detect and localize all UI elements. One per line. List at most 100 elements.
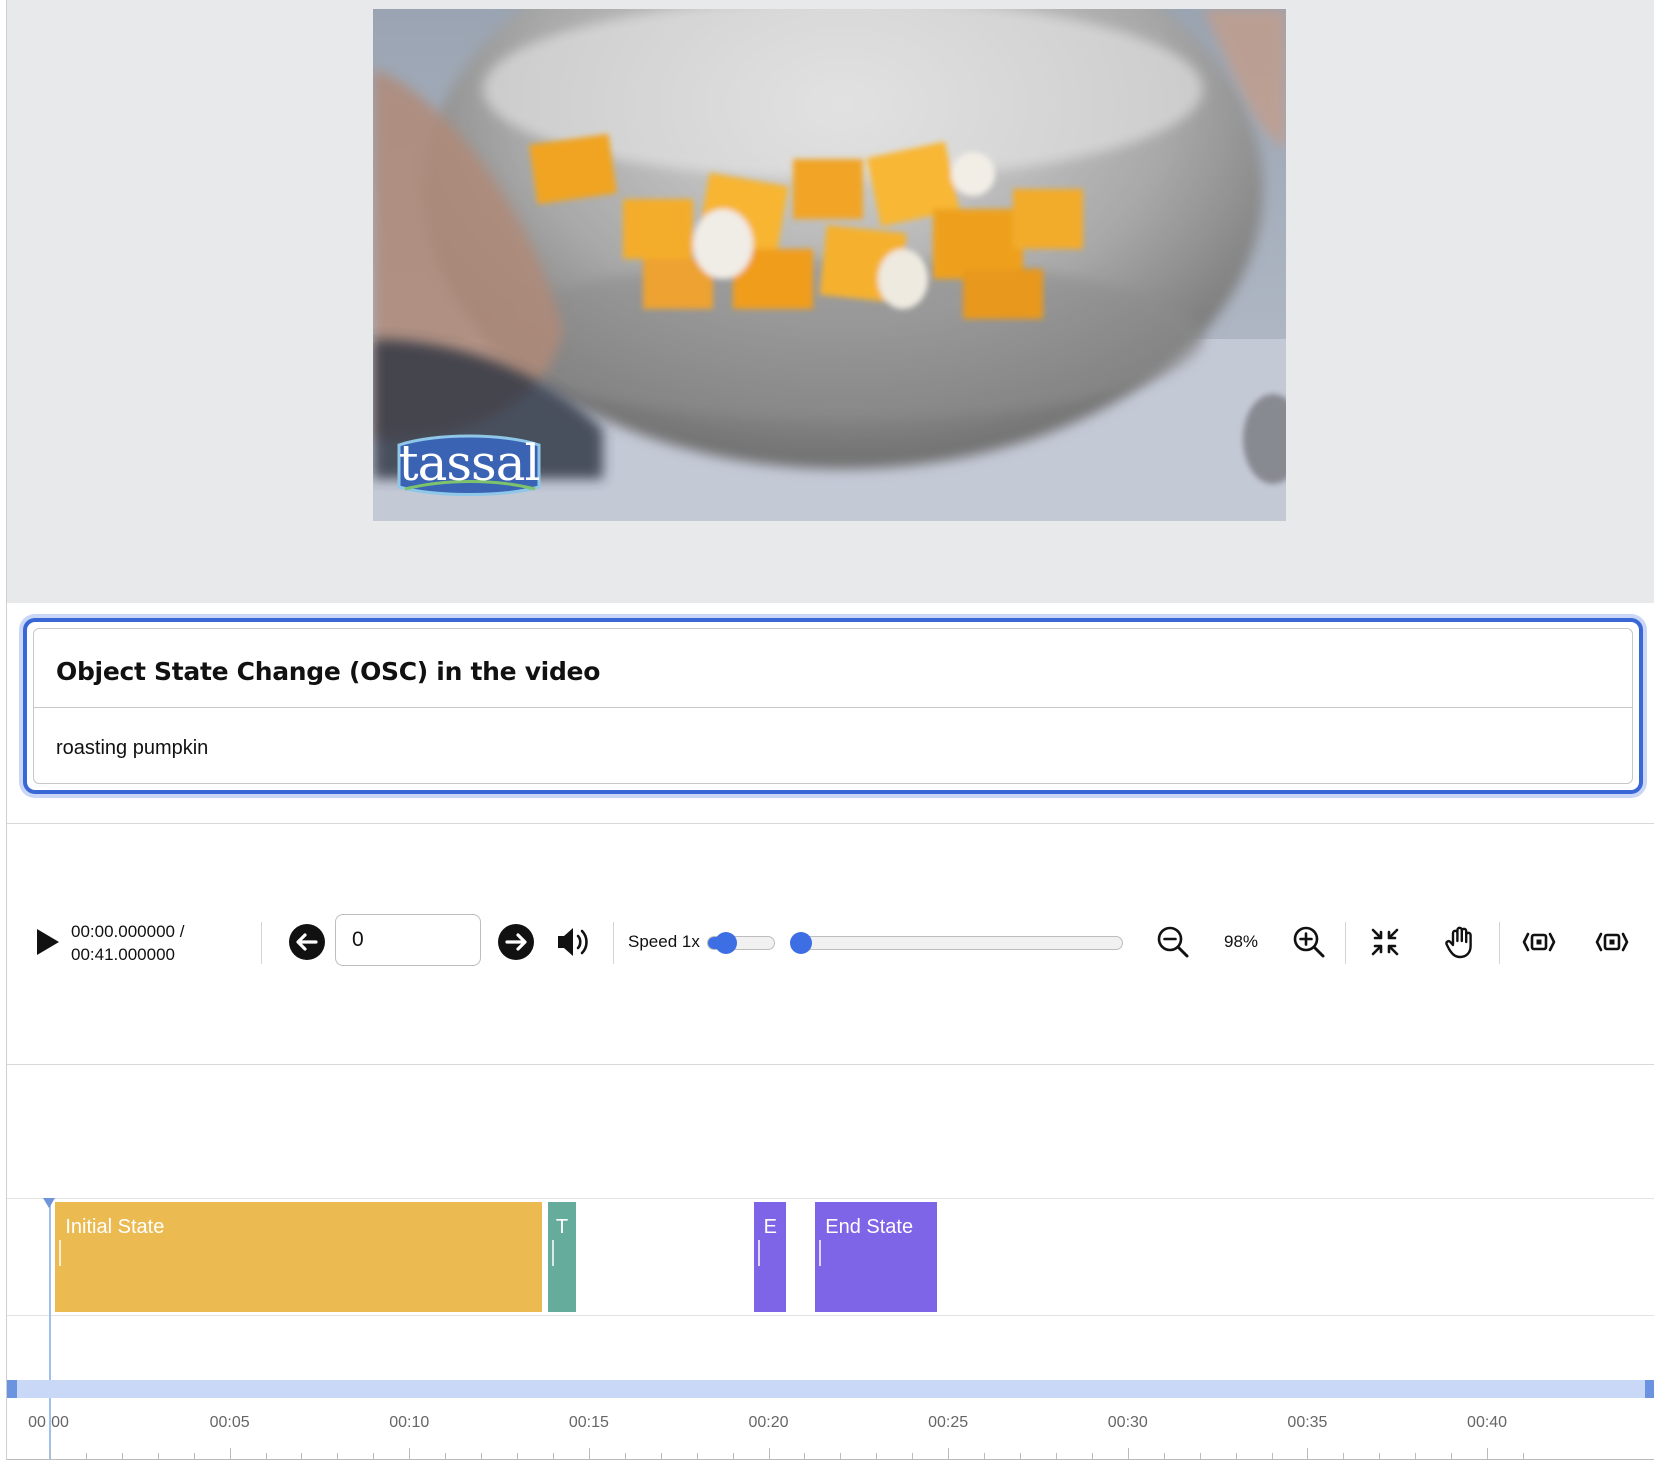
arrow-right-icon <box>505 933 527 951</box>
ruler-tick <box>409 1448 411 1460</box>
prev-segment-button[interactable] <box>1519 922 1559 962</box>
ruler-tick-label: 00:05 <box>209 1414 250 1431</box>
ruler-tick-label: 00:15 <box>568 1414 609 1431</box>
ruler-tick <box>804 1453 806 1460</box>
collapse-icon <box>1371 928 1399 956</box>
ruler-tick-label: 00:35 <box>1287 1414 1328 1431</box>
next-frame-button[interactable] <box>498 924 534 960</box>
playhead-handle[interactable] <box>43 1198 55 1208</box>
ruler-tick <box>1271 1453 1273 1460</box>
logo-text: tassal <box>398 434 540 492</box>
ruler-tick <box>1379 1453 1381 1460</box>
toolbar-separator <box>261 922 262 964</box>
player-controls: 00:00.000000 / 00:41.000000 Speed 1x <box>7 900 1654 982</box>
next-segment-button[interactable] <box>1592 922 1632 962</box>
segment-label: E <box>763 1216 777 1238</box>
osc-title: Object State Change (OSC) in the video <box>56 657 601 686</box>
ruler-tick-label: 00:30 <box>1107 1414 1148 1431</box>
ruler-tick <box>1199 1453 1201 1460</box>
ruler-tick <box>85 1453 87 1460</box>
ruler-tick <box>265 1453 267 1460</box>
ruler-tick <box>1127 1448 1129 1460</box>
ruler-tick <box>373 1453 375 1460</box>
ruler-tick-label: 00:40 <box>1467 1414 1508 1431</box>
time-total: 00:41.000000 <box>71 945 175 964</box>
annotation-track[interactable]: Initial State T E End State <box>7 1198 1654 1316</box>
ruler-tick-label: 00:25 <box>928 1414 969 1431</box>
ruler-tick <box>1487 1448 1489 1460</box>
segment-resize-handle[interactable] <box>819 1240 822 1266</box>
ruler-tick <box>552 1453 554 1460</box>
ruler-tick <box>660 1453 662 1460</box>
segment-next-icon <box>1595 932 1629 952</box>
ruler-tick <box>121 1453 123 1460</box>
segment-label: Initial State <box>65 1216 165 1238</box>
prev-frame-button[interactable] <box>289 924 325 960</box>
ruler-tick <box>157 1453 159 1460</box>
time-current: 00:00.000000 / <box>71 922 185 941</box>
volume-button[interactable] <box>553 922 593 962</box>
ruler-tick <box>1451 1453 1453 1460</box>
ruler-tick <box>193 1453 195 1460</box>
segment-label: End State <box>825 1216 914 1238</box>
ruler-tick <box>1307 1448 1309 1460</box>
seek-slider-thumb[interactable] <box>790 932 812 954</box>
speed-slider-thumb[interactable] <box>715 932 738 954</box>
scrollbar-left-grip[interactable] <box>7 1380 17 1398</box>
osc-info-card: Object State Change (OSC) in the video r… <box>23 618 1643 794</box>
timeline-segment[interactable]: E <box>754 1202 787 1312</box>
ruler-tick-label: 00:10 <box>389 1414 430 1431</box>
ruler-tick <box>229 1448 231 1460</box>
segment-resize-handle[interactable] <box>551 1240 554 1266</box>
timeline-segment[interactable]: T <box>547 1202 577 1312</box>
pan-button[interactable] <box>1441 922 1481 962</box>
toolbar-separator <box>613 922 614 964</box>
time-ruler: 00 00 00:05 00:10 00:15 00:20 00:25 00:30 00:35… <box>7 1400 1654 1460</box>
seek-slider[interactable] <box>790 932 1123 954</box>
ruler-tick <box>768 1448 770 1460</box>
video-player[interactable]: tassal <box>373 9 1286 521</box>
scrollbar-right-grip[interactable] <box>1645 1380 1654 1398</box>
toolbar-separator <box>1499 922 1500 964</box>
speed-slider[interactable] <box>707 932 775 954</box>
timeline-segment[interactable]: End State <box>815 1202 938 1312</box>
ruler-tick <box>1523 1453 1524 1460</box>
zoom-in-button[interactable] <box>1289 922 1329 962</box>
ruler-tick <box>1163 1453 1165 1460</box>
ruler-tick <box>50 1448 51 1460</box>
tassal-logo: tassal <box>395 427 543 499</box>
segment-prev-icon <box>1522 932 1556 952</box>
timeline: Initial State T E End State 00 00 00:05 00:10… <box>7 1198 1654 1460</box>
speed-label: Speed 1x <box>628 932 700 951</box>
section-divider <box>7 1064 1654 1065</box>
frame-input[interactable] <box>335 914 481 966</box>
time-display: 00:00.000000 / 00:41.000000 <box>71 920 184 966</box>
arrow-left-icon <box>296 933 318 951</box>
ruler-tick <box>984 1453 986 1460</box>
ruler-tick <box>1235 1453 1237 1460</box>
fit-timeline-button[interactable] <box>1365 922 1405 962</box>
ruler-tick <box>445 1453 447 1460</box>
osc-value: roasting pumpkin <box>56 737 209 759</box>
ruler-tick <box>876 1453 878 1460</box>
ruler-tick <box>1055 1453 1057 1460</box>
segment-resize-handle[interactable] <box>59 1240 62 1266</box>
ruler-tick <box>1091 1453 1093 1460</box>
timeline-segment[interactable]: Initial State <box>55 1202 543 1312</box>
zoom-in-icon <box>1293 926 1325 958</box>
annotation-tool: tassal Object State Change (OSC) in the … <box>6 0 1654 1460</box>
ruler-tick <box>732 1453 734 1460</box>
osc-info-inner: Object State Change (OSC) in the video r… <box>33 628 1633 784</box>
video-area: tassal <box>7 0 1654 603</box>
segment-resize-handle[interactable] <box>758 1240 761 1266</box>
volume-icon <box>558 928 588 956</box>
timeline-scrollbar[interactable] <box>7 1380 1654 1398</box>
hand-icon <box>1445 926 1472 959</box>
section-divider <box>7 823 1654 824</box>
zoom-out-button[interactable] <box>1153 922 1193 962</box>
play-button[interactable] <box>31 922 63 962</box>
toolbar-separator <box>1345 922 1346 964</box>
ruler-tick-label: 00:20 <box>748 1414 789 1431</box>
ruler-tick <box>696 1453 698 1460</box>
ruler-tick <box>481 1453 483 1460</box>
